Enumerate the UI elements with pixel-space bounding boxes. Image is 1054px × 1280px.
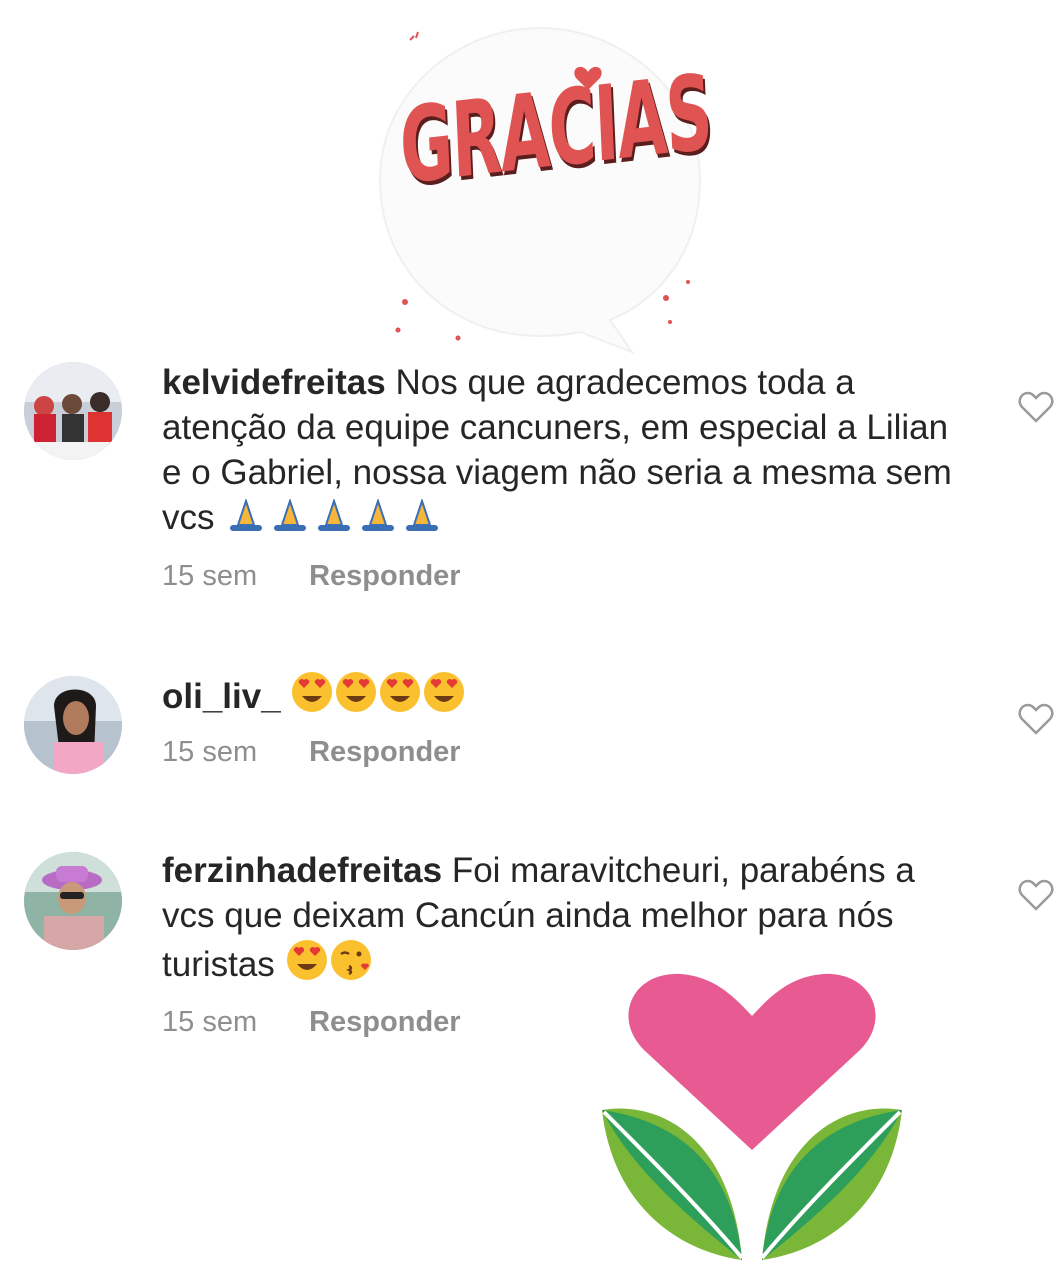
emoji-group <box>224 498 446 537</box>
comment-username[interactable]: ferzinhadefreitas <box>162 851 442 890</box>
comment-meta: 15 sem Responder <box>162 1006 461 1039</box>
comment-time: 15 sem <box>162 736 258 768</box>
like-heart-icon[interactable] <box>1018 390 1054 424</box>
comment-body: oli_liv_ <box>162 670 962 719</box>
heart-leaves-sticker <box>602 973 902 1260</box>
folded-hands-icon <box>230 499 439 531</box>
reply-button[interactable]: Responder <box>309 736 460 768</box>
like-heart-icon[interactable] <box>1018 702 1054 736</box>
heart-eyes-icon <box>292 672 465 712</box>
avatar[interactable] <box>24 676 122 774</box>
like-heart-icon[interactable] <box>1018 878 1054 912</box>
comment-time: 15 sem <box>162 1006 258 1038</box>
comment-time: 15 sem <box>162 560 258 592</box>
heart-eyes-kiss-icon <box>286 940 371 980</box>
comment-username[interactable]: oli_liv_ <box>162 677 281 716</box>
comment-meta: 15 sem Responder <box>162 560 461 593</box>
avatar[interactable] <box>24 852 122 950</box>
comment-body: kelvidefreitas Nos que agradecemos toda … <box>162 360 962 540</box>
comment-username[interactable]: kelvidefreitas <box>162 363 386 402</box>
reply-button[interactable]: Responder <box>309 560 460 592</box>
gracias-title: GRACIAS <box>397 50 714 208</box>
comment-body: ferzinhadefreitas Foi maravitcheuri, par… <box>162 848 962 987</box>
comment-meta: 15 sem Responder <box>162 736 461 769</box>
avatar[interactable] <box>24 362 122 460</box>
reply-button[interactable]: Responder <box>309 1006 460 1038</box>
